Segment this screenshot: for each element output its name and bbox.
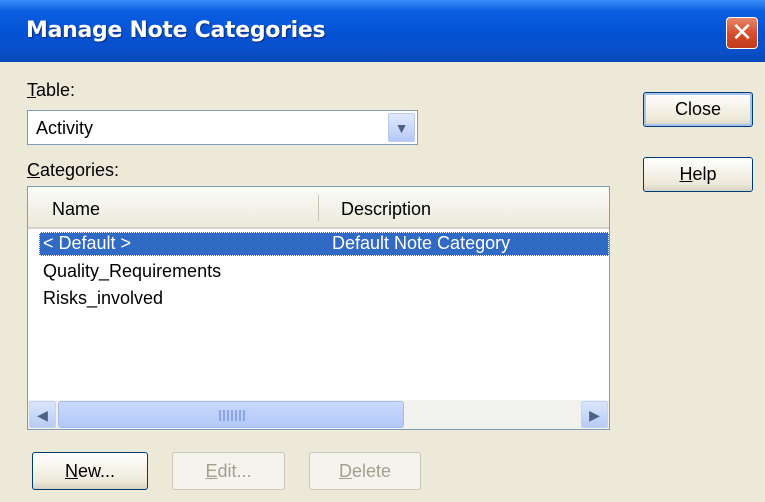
dialog-title: Manage Note Categories: [26, 18, 326, 43]
new-button[interactable]: New...: [32, 452, 148, 490]
edit-button[interactable]: Edit...: [172, 452, 285, 490]
help-button[interactable]: Help: [643, 157, 753, 192]
horizontal-scrollbar[interactable]: ◀ ▶: [28, 400, 609, 429]
table-label: Table:: [27, 80, 76, 100]
list-item[interactable]: < Default > Default Note Category: [39, 232, 609, 256]
category-description: Default Note Category: [332, 233, 511, 253]
close-window-button[interactable]: ✕: [726, 17, 758, 49]
list-item[interactable]: Risks_involved: [39, 287, 609, 311]
categories-label: Categories:: [27, 160, 120, 180]
column-header-description[interactable]: Description: [341, 199, 431, 220]
scrollbar-thumb[interactable]: [58, 401, 404, 428]
grip-icon: [219, 410, 245, 421]
close-icon: ✕: [731, 18, 753, 48]
categories-list[interactable]: Name Description < Default > Default Not…: [27, 186, 610, 430]
column-header-name[interactable]: Name: [52, 199, 100, 220]
category-name: Quality_Requirements: [43, 261, 222, 281]
list-item[interactable]: Quality_Requirements: [39, 260, 609, 284]
close-button[interactable]: Close: [643, 92, 753, 127]
scroll-right-icon[interactable]: ▶: [581, 401, 608, 428]
table-dropdown-value: Activity: [36, 118, 94, 138]
manage-note-categories-dialog: Manage Note Categories ✕ Table: Activity…: [0, 0, 765, 502]
category-name: Risks_involved: [43, 288, 164, 308]
column-divider[interactable]: [318, 195, 319, 221]
scroll-left-icon[interactable]: ◀: [29, 401, 56, 428]
delete-button[interactable]: Delete: [309, 452, 421, 490]
chevron-down-icon[interactable]: ▼: [388, 113, 415, 142]
title-bar[interactable]: Manage Note Categories ✕: [0, 0, 765, 62]
category-name: < Default >: [43, 233, 132, 253]
list-header: Name Description: [28, 187, 609, 229]
table-dropdown[interactable]: Activity ▼: [27, 110, 418, 145]
